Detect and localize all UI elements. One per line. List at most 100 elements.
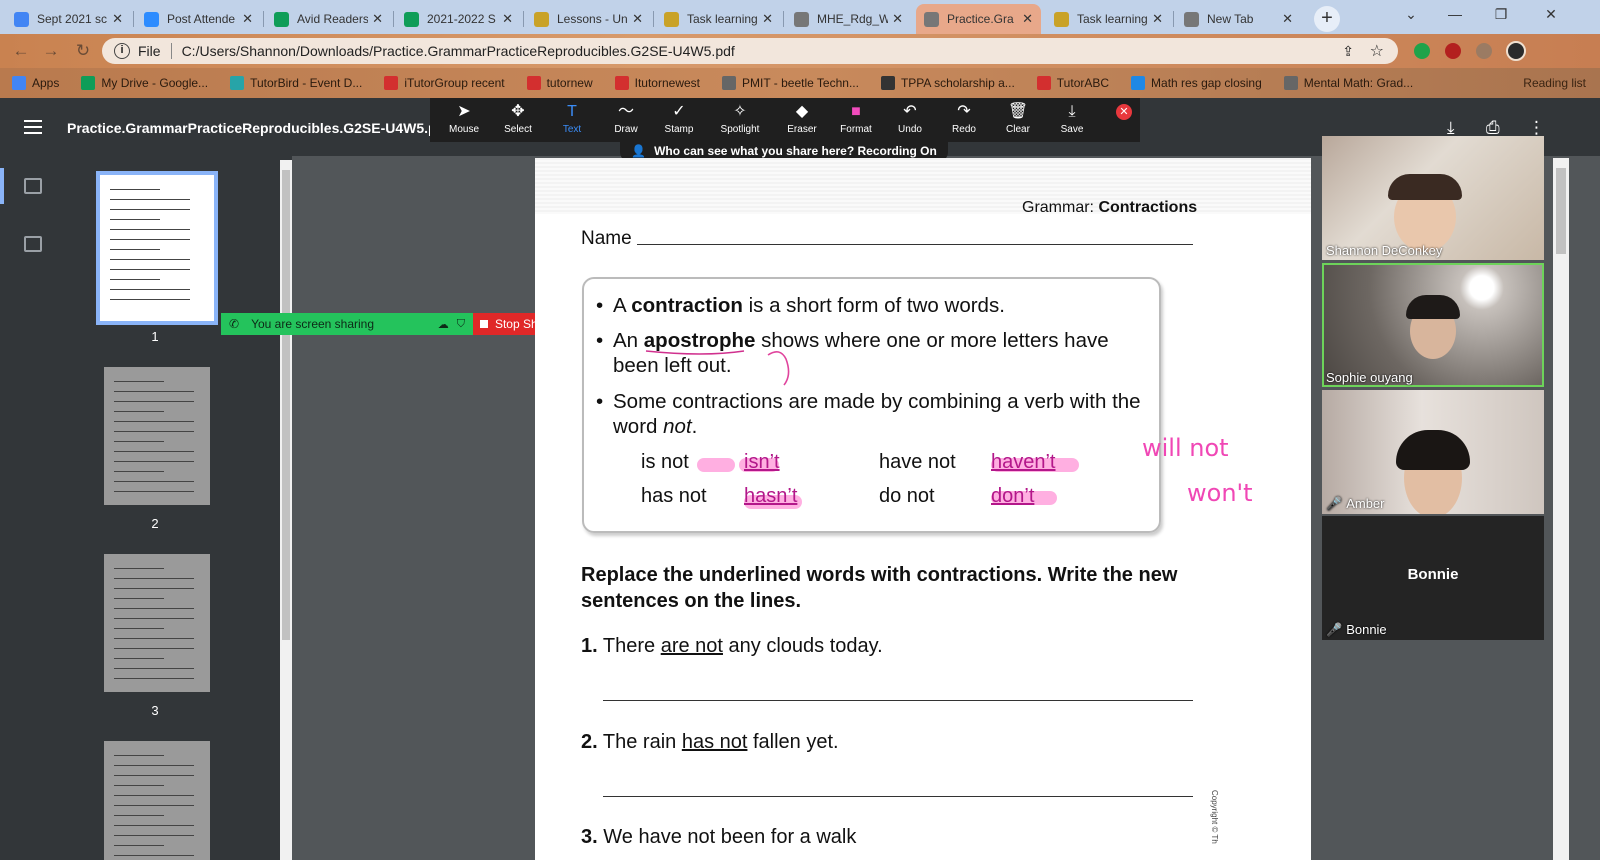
tab-close-icon[interactable]: ✕ xyxy=(1282,11,1293,27)
tab-close-icon[interactable]: ✕ xyxy=(372,11,383,27)
back-icon[interactable]: ← xyxy=(10,41,32,63)
bookmark-item[interactable]: TutorABC xyxy=(1036,76,1109,90)
annotation-tool-save[interactable]: ⤓ Save xyxy=(1044,102,1100,135)
tab-close-icon[interactable]: ✕ xyxy=(112,11,123,27)
browser-tab[interactable]: Task learning ✕ xyxy=(656,4,781,34)
reload-icon[interactable]: ↻ xyxy=(72,41,94,63)
annotation-tool-eraser[interactable]: ◆ Eraser xyxy=(774,102,830,135)
check-icon: ✓ xyxy=(672,103,686,120)
bookmark-item[interactable]: Mental Math: Grad... xyxy=(1283,76,1413,90)
thumbnail-text-line xyxy=(114,401,194,402)
browser-tab[interactable]: Task learning ✕ xyxy=(1046,4,1171,34)
tab-search-chevron-icon[interactable]: ⌄ xyxy=(1396,6,1426,23)
example-words: is not xyxy=(641,451,689,473)
sidebar-scrollbar[interactable] xyxy=(280,160,292,860)
site-info-icon[interactable]: i xyxy=(114,43,130,59)
share-icon[interactable]: ⇪ xyxy=(1342,43,1354,60)
annotation-tool-undo[interactable]: ↶ Undo xyxy=(882,102,938,135)
annotation-tool-redo[interactable]: ↷ Redo xyxy=(936,102,992,135)
bookmark-item[interactable]: TPPA scholarship a... xyxy=(880,76,1015,90)
bookmark-item[interactable]: tutornew xyxy=(526,76,593,90)
forward-icon[interactable]: → xyxy=(40,41,62,63)
tab-close-icon[interactable]: ✕ xyxy=(242,11,253,27)
ublock-icon[interactable] xyxy=(1445,43,1461,59)
bookmark-item[interactable]: PMIT - beetle Techn... xyxy=(722,76,859,90)
rule-italic-word: not xyxy=(663,415,692,438)
outline-view-icon[interactable] xyxy=(24,236,42,252)
browser-tab[interactable]: Lessons - Un ✕ xyxy=(526,4,651,34)
bookmark-item[interactable]: iTutorGroup recent xyxy=(384,76,505,90)
annotation-tool-format[interactable]: ■ Format xyxy=(828,102,884,135)
annotation-tool-select[interactable]: ✥ Select xyxy=(490,102,546,135)
exercise-item: 2. The rain has not fallen yet. xyxy=(581,731,839,754)
tab-close-icon[interactable]: ✕ xyxy=(1022,11,1033,27)
annotation-tool-clear[interactable]: 🗑 Clear xyxy=(990,102,1046,135)
ink-note: won't xyxy=(1187,479,1253,507)
bookmarks-bar: Apps My Drive - Google... TutorBird - Even… xyxy=(0,68,1600,98)
thumbnails-view-icon[interactable] xyxy=(24,178,42,194)
thumbnail-text-line xyxy=(110,219,160,220)
sidebar-scroll-thumb[interactable] xyxy=(282,170,290,640)
participant-name: 🎤 Amber xyxy=(1326,496,1385,511)
bookmark-item[interactable]: Math res gap closing xyxy=(1131,76,1262,90)
browser-tab[interactable]: New Tab ✕ xyxy=(1176,4,1301,34)
annotation-tool-draw[interactable]: 〜 Draw xyxy=(598,102,654,135)
more-options-icon[interactable]: ⋮ xyxy=(1528,118,1545,138)
browser-tab[interactable]: Practice.Gra ✕ xyxy=(916,4,1041,34)
extensions-puzzle-icon[interactable] xyxy=(1476,43,1492,59)
annotation-tool-text[interactable]: T Text xyxy=(544,102,600,135)
minimize-icon[interactable]: — xyxy=(1440,6,1470,22)
profile-avatar[interactable] xyxy=(1506,41,1526,61)
thumbnail-text-line xyxy=(114,638,194,639)
page-thumbnail-2[interactable] xyxy=(104,367,210,505)
tab-close-icon[interactable]: ✕ xyxy=(502,11,513,27)
page-thumbnail-3[interactable] xyxy=(104,554,210,692)
answer-line xyxy=(603,700,1193,701)
screen-share-bar[interactable]: ✆ You are screen sharing ☁ ⛉ xyxy=(221,313,473,335)
tab-close-icon[interactable]: ✕ xyxy=(892,11,903,27)
bookmark-item[interactable]: Itutornewest xyxy=(614,76,700,90)
bookmark-item[interactable]: TutorBird - Event D... xyxy=(230,76,362,90)
url-text[interactable]: C:/Users/Shannon/Downloads/Practice.Gram… xyxy=(182,43,735,59)
bookmark-item[interactable]: Apps xyxy=(12,76,59,90)
browser-tab[interactable]: MHE_Rdg_W ✕ xyxy=(786,4,911,34)
thumbnail-text-line xyxy=(114,598,164,599)
tab-close-icon[interactable]: ✕ xyxy=(762,11,773,27)
page-number-label: 3 xyxy=(151,703,159,718)
restore-icon[interactable]: ❐ xyxy=(1486,6,1516,23)
new-tab-button[interactable]: + xyxy=(1314,6,1340,32)
menu-icon[interactable] xyxy=(24,120,42,134)
itutor-icon xyxy=(384,76,399,90)
page-thumbnail-4[interactable] xyxy=(104,741,210,860)
extension-green-icon[interactable] xyxy=(1414,43,1430,59)
item-text: We have not been for a walk xyxy=(603,826,857,848)
browser-tab[interactable]: Sept 2021 sc ✕ xyxy=(6,4,131,34)
browser-tab[interactable]: Post Attende ✕ xyxy=(136,4,261,34)
download-icon[interactable]: ⤓ xyxy=(1447,118,1455,138)
participant-video-amber[interactable]: 🎤 Amber xyxy=(1322,390,1544,514)
participant-video-sophie[interactable]: Sophie ouyang xyxy=(1322,263,1544,387)
print-icon[interactable]: ⎙ xyxy=(1486,118,1500,138)
bookmark-star-icon[interactable]: ☆ xyxy=(1370,41,1384,61)
bookmark-label: TutorBird - Event D... xyxy=(250,76,363,90)
participant-video-bonnie[interactable]: Bonnie 🎤 Bonnie xyxy=(1322,516,1544,640)
tab-close-icon[interactable]: ✕ xyxy=(1152,11,1163,27)
browser-tab[interactable]: 2021-2022 S ✕ xyxy=(396,4,521,34)
reading-list-button[interactable]: Reading list xyxy=(1523,76,1586,90)
participant-hair xyxy=(1388,174,1462,200)
page-thumbnail-1[interactable] xyxy=(96,171,218,325)
annotation-tool-mouse[interactable]: ➤ Mouse xyxy=(436,102,492,135)
document-scrollbar[interactable] xyxy=(1553,158,1569,860)
thumbnail-text-line xyxy=(114,578,194,579)
browser-tab[interactable]: Avid Readers ✕ xyxy=(266,4,391,34)
window-close-icon[interactable]: ✕ xyxy=(1536,6,1566,23)
document-scroll-thumb[interactable] xyxy=(1556,168,1566,254)
address-bar[interactable]: i File C:/Users/Shannon/Downloads/Practi… xyxy=(102,38,1398,64)
tab-close-icon[interactable]: ✕ xyxy=(632,11,643,27)
annotation-close-icon[interactable]: ✕ xyxy=(1116,104,1132,120)
thumbnail-text-line xyxy=(110,279,160,280)
participant-video-shannon[interactable]: Shannon DeConkey xyxy=(1322,136,1544,260)
bookmark-item[interactable]: My Drive - Google... xyxy=(81,76,208,90)
annotation-tool-stamp[interactable]: ✓ Stamp xyxy=(651,102,707,135)
annotation-tool-spotlight[interactable]: ✧ Spotlight xyxy=(712,102,768,135)
